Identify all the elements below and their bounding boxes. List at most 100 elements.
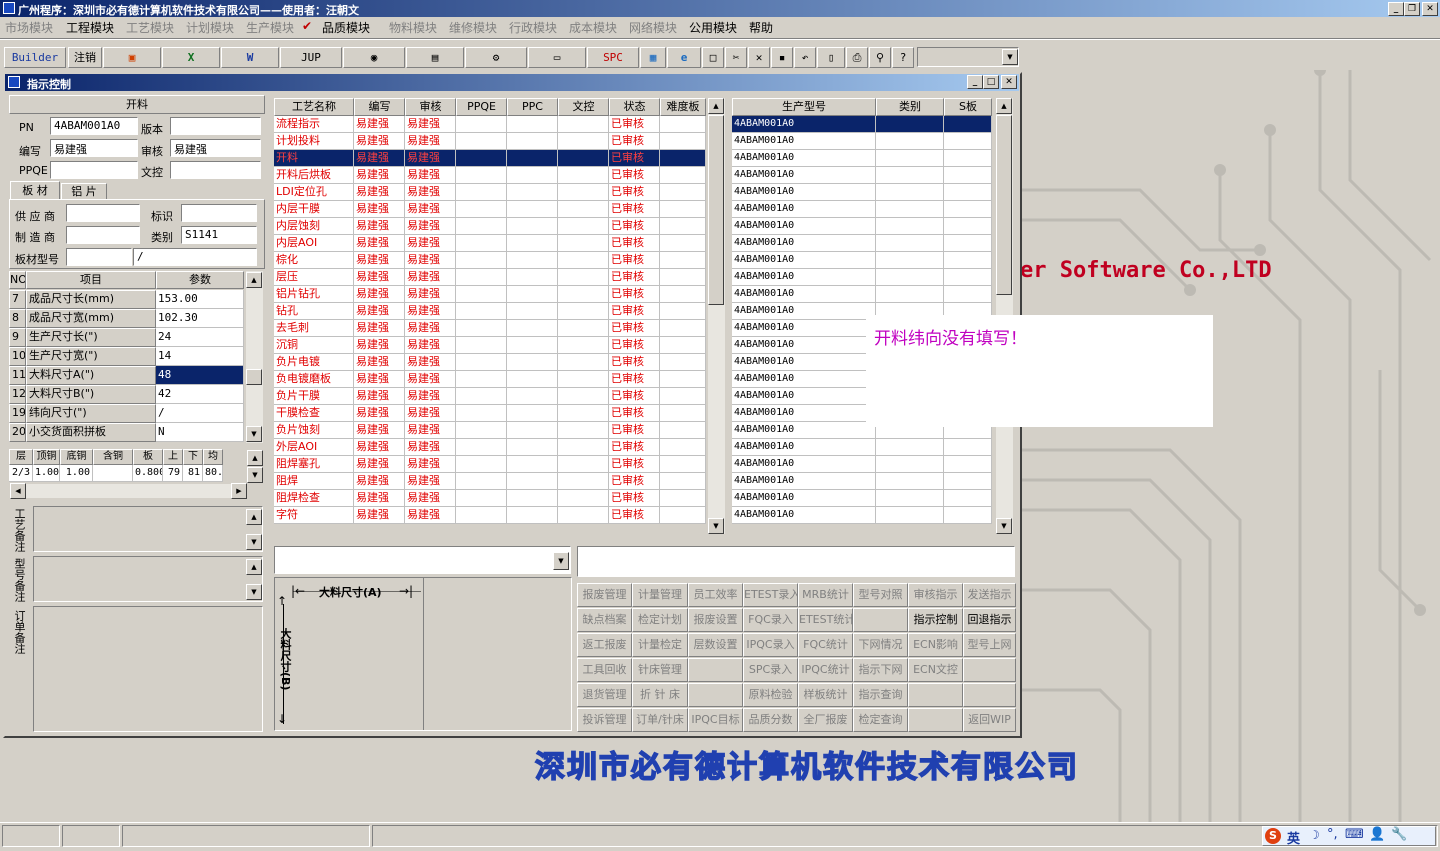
process-cell[interactable]: 易建强	[354, 116, 405, 133]
process-cell[interactable]	[456, 269, 507, 286]
network-icon[interactable]: ⚙	[465, 47, 527, 68]
process-cell[interactable]: 已审核	[609, 490, 660, 507]
process-cell[interactable]: 易建强	[405, 490, 456, 507]
process-cell[interactable]	[507, 354, 558, 371]
preview-icon[interactable]: ▯	[817, 47, 845, 68]
model-cell[interactable]: 4ABAM001A0	[732, 473, 876, 490]
model-cell-sboard[interactable]	[944, 473, 992, 490]
model-cell[interactable]: 4ABAM001A0	[732, 150, 876, 167]
process-cell[interactable]: 已审核	[609, 405, 660, 422]
model-cell[interactable]: 4ABAM001A0	[732, 405, 876, 422]
function-button[interactable]: 原料检验	[743, 683, 798, 707]
process-cell[interactable]: 干膜检查	[274, 405, 354, 422]
process-cell[interactable]	[660, 150, 706, 167]
process-cell[interactable]: 易建强	[354, 320, 405, 337]
user-icon[interactable]: 👤	[1369, 827, 1385, 842]
process-cell[interactable]: 易建强	[405, 269, 456, 286]
process-cell[interactable]: 已审核	[609, 184, 660, 201]
layer-scroll-down-icon[interactable]: ▼	[247, 467, 263, 483]
process-cell[interactable]: 易建强	[405, 235, 456, 252]
process-cell[interactable]	[507, 422, 558, 439]
process-cell[interactable]	[507, 473, 558, 490]
process-cell[interactable]: 外层AOI	[274, 439, 354, 456]
model-cell[interactable]: 4ABAM001A0	[732, 388, 876, 405]
process-cell[interactable]	[456, 371, 507, 388]
model-cell[interactable]: 4ABAM001A0	[732, 218, 876, 235]
menu-common[interactable]: 公用模块	[689, 19, 737, 36]
doc-field[interactable]	[170, 161, 261, 179]
process-cell[interactable]: 易建强	[405, 337, 456, 354]
model-scroll-thumb[interactable]	[996, 115, 1012, 295]
reviewer-field[interactable]: 易建强	[170, 139, 261, 157]
menu-market[interactable]: 市场模块	[5, 19, 53, 36]
process-cell[interactable]: 易建强	[405, 303, 456, 320]
ie-icon[interactable]: e	[667, 47, 701, 68]
process-cell[interactable]	[660, 235, 706, 252]
process-cell[interactable]	[660, 490, 706, 507]
sogou-icon[interactable]: S	[1265, 828, 1281, 844]
function-button[interactable]: 返回WIP	[963, 708, 1016, 732]
layer-hscroll[interactable]	[26, 484, 231, 498]
process-cell[interactable]: 易建强	[405, 116, 456, 133]
wrench-icon[interactable]: 🔧	[1391, 827, 1407, 842]
process-cell[interactable]	[456, 252, 507, 269]
jup-button[interactable]: JUP	[280, 47, 342, 68]
param-row-value[interactable]: N	[156, 423, 244, 442]
process-cell[interactable]	[456, 507, 507, 524]
process-cell[interactable]: 计划投料	[274, 133, 354, 150]
help-icon[interactable]: ?	[892, 47, 914, 68]
scroll-down-icon[interactable]: ▼	[246, 426, 262, 442]
param-row-value[interactable]: 102.30	[156, 309, 244, 328]
chevron-down-icon[interactable]: ▼	[1002, 49, 1018, 65]
process-cell[interactable]	[558, 354, 609, 371]
process-cell[interactable]: 已审核	[609, 456, 660, 473]
process-cell[interactable]	[507, 235, 558, 252]
process-cell[interactable]	[507, 490, 558, 507]
model-cell[interactable]: 4ABAM001A0	[732, 252, 876, 269]
model-cell-category[interactable]	[876, 456, 944, 473]
spc-button[interactable]: SPC	[587, 47, 639, 68]
layer-cell[interactable]: 2/3	[9, 465, 33, 482]
keyboard-icon[interactable]: ⌨	[1345, 827, 1364, 842]
process-cell[interactable]: 易建强	[405, 286, 456, 303]
process-cell[interactable]: 易建强	[354, 490, 405, 507]
process-cell[interactable]: 易建强	[405, 456, 456, 473]
model-cell-category[interactable]	[876, 252, 944, 269]
process-cell[interactable]: 流程指示	[274, 116, 354, 133]
process-cell[interactable]	[660, 337, 706, 354]
function-button[interactable]: 指示下网	[853, 658, 908, 682]
model-cell-category[interactable]	[876, 235, 944, 252]
process-cell[interactable]	[507, 252, 558, 269]
model-cell[interactable]: 4ABAM001A0	[732, 439, 876, 456]
model-cell-category[interactable]	[876, 218, 944, 235]
process-cell[interactable]	[456, 303, 507, 320]
process-cell[interactable]: 内层蚀刻	[274, 218, 354, 235]
model-cell-sboard[interactable]	[944, 456, 992, 473]
process-cell[interactable]	[660, 167, 706, 184]
process-cell[interactable]	[660, 133, 706, 150]
model-cell[interactable]: 4ABAM001A0	[732, 337, 876, 354]
process-cell[interactable]: 易建强	[354, 133, 405, 150]
process-cell[interactable]	[558, 116, 609, 133]
process-cell[interactable]	[507, 269, 558, 286]
toolbar-combo[interactable]: ▼	[917, 47, 1019, 67]
moon-icon[interactable]: ☽	[1309, 828, 1320, 842]
model-cell-category[interactable]	[876, 490, 944, 507]
process-cell[interactable]	[558, 473, 609, 490]
save-icon[interactable]: ▪	[771, 47, 793, 68]
process-cell[interactable]: 层压	[274, 269, 354, 286]
process-cell[interactable]: 内层AOI	[274, 235, 354, 252]
process-cell[interactable]	[507, 150, 558, 167]
menu-help[interactable]: 帮助	[749, 19, 773, 36]
process-cell[interactable]: 字符	[274, 507, 354, 524]
process-cell[interactable]: 内层干膜	[274, 201, 354, 218]
process-cell[interactable]	[558, 439, 609, 456]
process-cell[interactable]: 易建强	[354, 167, 405, 184]
process-cell[interactable]: 易建强	[405, 371, 456, 388]
process-cell[interactable]	[507, 405, 558, 422]
process-cell[interactable]: 易建强	[354, 439, 405, 456]
model-cell-category[interactable]	[876, 167, 944, 184]
model-cell-sboard[interactable]	[944, 507, 992, 524]
child-maximize-icon[interactable]: □	[983, 75, 999, 89]
process-cell[interactable]: 易建强	[405, 507, 456, 524]
